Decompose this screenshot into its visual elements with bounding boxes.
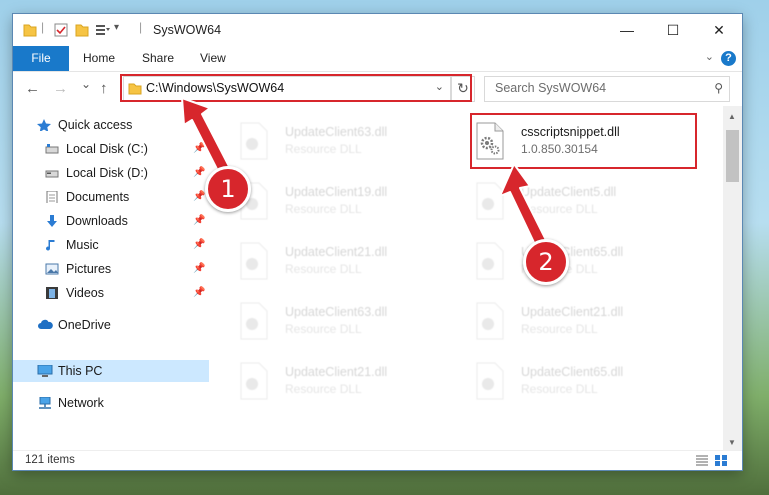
step-2-badge: 2 <box>523 239 569 285</box>
step-1-badge: 1 <box>205 166 251 212</box>
annotation-arrows <box>181 97 551 254</box>
